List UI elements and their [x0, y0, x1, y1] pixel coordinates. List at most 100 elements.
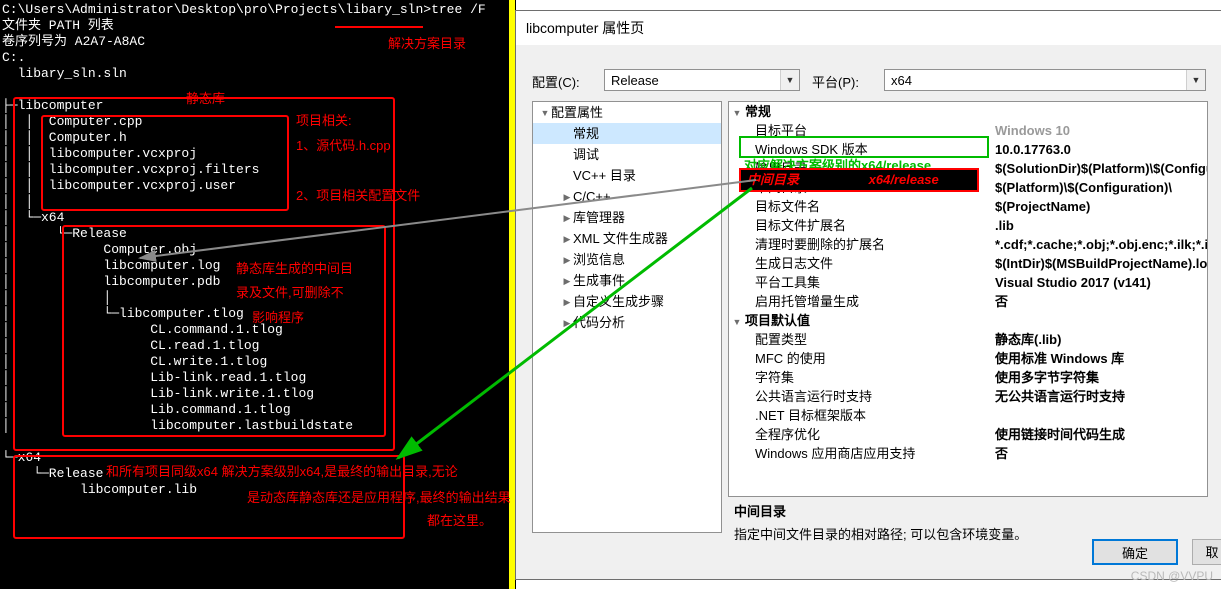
- console-line: C:\Users\Administrator\Desktop\pro\Proje…: [2, 2, 486, 17]
- grid-row-value[interactable]: 10.0.17763.0: [995, 140, 1071, 159]
- config-platform-row: 配置(C): Release ▼ 平台(P): x64 ▼: [516, 69, 1221, 99]
- chevron-down-icon[interactable]: ▼: [539, 103, 551, 124]
- grid-row-name: 公共语言运行时支持: [755, 389, 873, 404]
- cancel-button[interactable]: 取: [1192, 539, 1221, 565]
- config-label: 配置(C):: [532, 75, 580, 90]
- platform-combo-value: x64: [891, 73, 912, 88]
- grid-row-value[interactable]: $(SolutionDir)$(Platform)\$(Configuratio…: [995, 159, 1207, 178]
- tree-item[interactable]: ▶ 浏览信息: [533, 249, 721, 270]
- console-line: │ Computer.obj: [2, 242, 198, 257]
- grid-row-value[interactable]: .lib: [995, 216, 1014, 235]
- chevron-down-icon[interactable]: ▼: [1186, 70, 1205, 90]
- grid-row[interactable]: 目标文件名 $(ProjectName): [729, 197, 1207, 216]
- chevron-right-icon[interactable]: ▶: [561, 271, 573, 292]
- grid-row-value[interactable]: 否: [995, 292, 1008, 311]
- description-title: 中间目录: [734, 504, 787, 519]
- tree-item[interactable]: 常规: [533, 123, 721, 144]
- dialog-body: 配置(C): Release ▼ 平台(P): x64 ▼ ▼ 配置属性 常规 调…: [516, 45, 1221, 579]
- console-line: │ libcomputer.lastbuildstate: [2, 418, 354, 433]
- tree-item-label: 自定义生成步骤: [573, 294, 665, 309]
- grid-row-name: 全程序优化: [755, 427, 821, 442]
- grid-row[interactable]: 公共语言运行时支持 无公共语言运行时支持: [729, 387, 1207, 406]
- annotation-project-related-2: 2、项目相关配置文件: [296, 188, 421, 203]
- dialog-title: libcomputer 属性页: [516, 11, 1221, 45]
- grid-group-header[interactable]: ▼ 项目默认值: [729, 311, 1207, 330]
- annotation-intermediate-2: 录及文件,可删除不: [236, 285, 344, 300]
- chevron-right-icon[interactable]: ▶: [561, 229, 573, 250]
- console-line: │ │ libcomputer.vcxproj.user: [2, 178, 237, 193]
- annotation-red-label: 中间目录: [747, 172, 800, 187]
- grid-row[interactable]: 全程序优化 使用链接时间代码生成: [729, 425, 1207, 444]
- tree-item[interactable]: VC++ 目录: [533, 165, 721, 186]
- grid-row-value[interactable]: $(IntDir)$(MSBuildProjectName).log: [995, 254, 1207, 273]
- tree-item-label: 库管理器: [573, 210, 626, 225]
- tree-item-label: 代码分析: [573, 315, 626, 330]
- grid-row-value[interactable]: *.cdf;*.cache;*.obj;*.obj.enc;*.ilk;*.ip…: [995, 235, 1207, 254]
- grid-row-value[interactable]: $(ProjectName): [995, 197, 1090, 216]
- tree-item[interactable]: ▶ 代码分析: [533, 312, 721, 333]
- tree-item-label: 浏览信息: [573, 252, 626, 267]
- grid-row[interactable]: 平台工具集 Visual Studio 2017 (v141): [729, 273, 1207, 292]
- grid-row-name: 平台工具集: [755, 275, 821, 290]
- ok-button[interactable]: 确定: [1092, 539, 1178, 565]
- tree-item[interactable]: ▶ 生成事件: [533, 270, 721, 291]
- grid-row-value[interactable]: Visual Studio 2017 (v141): [995, 273, 1151, 292]
- console-line: │ └─Release: [2, 226, 127, 241]
- grid-row-value[interactable]: 使用链接时间代码生成: [995, 425, 1125, 444]
- annotation-red-value: x64/release: [868, 172, 939, 187]
- annotation-final-2: 是动态库静态库还是应用程序,最终的输出结果: [247, 490, 511, 505]
- grid-row-value[interactable]: 使用标准 Windows 库: [995, 349, 1124, 368]
- chevron-right-icon[interactable]: ▶: [561, 250, 573, 271]
- tree-item[interactable]: ▶ XML 文件生成器: [533, 228, 721, 249]
- tree-item[interactable]: ▼ 配置属性: [533, 102, 721, 123]
- chevron-right-icon[interactable]: ▶: [561, 208, 573, 229]
- grid-row-value[interactable]: 静态库(.lib): [995, 330, 1061, 349]
- grid-row[interactable]: 目标平台 Windows 10: [729, 121, 1207, 140]
- grid-row-value[interactable]: 使用多字节字符集: [995, 368, 1099, 387]
- config-combo[interactable]: Release ▼: [604, 69, 800, 91]
- grid-row[interactable]: 启用托管增量生成 否: [729, 292, 1207, 311]
- grid-row-name: 配置类型: [755, 332, 808, 347]
- annotation-project-related-title: 项目相关:: [296, 113, 352, 128]
- tree-item[interactable]: 调试: [533, 144, 721, 165]
- grid-row[interactable]: 生成日志文件 $(IntDir)$(MSBuildProjectName).log: [729, 254, 1207, 273]
- chevron-down-icon[interactable]: ▼: [780, 70, 799, 90]
- grid-row[interactable]: 目标文件扩展名 .lib: [729, 216, 1207, 235]
- console-text: C:\Users\Administrator\Desktop\pro\Proje…: [0, 0, 516, 498]
- grid-row-name: 目标平台: [755, 123, 808, 138]
- console-line: ├─libcomputer: [2, 98, 104, 113]
- tree-item-label: 常规: [573, 126, 600, 141]
- grid-row-value[interactable]: Windows 10: [995, 121, 1070, 140]
- grid-row[interactable]: .NET 目标框架版本: [729, 406, 1207, 425]
- grid-row-value[interactable]: 否: [995, 444, 1008, 463]
- grid-group-label: 项目默认值: [745, 313, 811, 328]
- grid-row-value[interactable]: $(Platform)\$(Configuration)\: [995, 178, 1172, 197]
- grid-row[interactable]: 字符集 使用多字节字符集: [729, 368, 1207, 387]
- config-combo-value: Release: [611, 73, 659, 88]
- grid-row[interactable]: MFC 的使用 使用标准 Windows 库: [729, 349, 1207, 368]
- console-line: │ │ Computer.cpp: [2, 114, 143, 129]
- annotation-intermediate-3: 影响程序: [252, 310, 305, 325]
- platform-combo[interactable]: x64 ▼: [884, 69, 1206, 91]
- grid-group-header[interactable]: ▼ 常规: [729, 102, 1207, 121]
- grid-row[interactable]: 清理时要删除的扩展名 *.cdf;*.cache;*.obj;*.obj.enc;…: [729, 235, 1207, 254]
- tree-item[interactable]: ▶ 库管理器: [533, 207, 721, 228]
- config-tree[interactable]: ▼ 配置属性 常规 调试 VC++ 目录 ▶ C/C++ ▶ 库管理器 ▶ XML 文件生成器…: [532, 101, 722, 533]
- console-line: 文件夹 PATH 列表: [2, 18, 114, 33]
- grid-row-value[interactable]: 无公共语言运行时支持: [995, 387, 1125, 406]
- grid-row-name: 目标文件扩展名: [755, 218, 847, 233]
- tree-item[interactable]: ▶ 自定义生成步骤: [533, 291, 721, 312]
- properties-dialog[interactable]: libcomputer 属性页 配置(C): Release ▼ 平台(P): …: [515, 10, 1221, 580]
- tree-item[interactable]: ▶ C/C++: [533, 186, 721, 207]
- annotation-intermediate-1: 静态库生成的中间目: [236, 261, 354, 276]
- grid-row[interactable]: 配置类型 静态库(.lib): [729, 330, 1207, 349]
- chevron-right-icon[interactable]: ▶: [561, 292, 573, 313]
- chevron-right-icon[interactable]: ▶: [561, 187, 573, 208]
- grid-row-name: 目标文件名: [755, 199, 821, 214]
- chevron-right-icon[interactable]: ▶: [561, 313, 573, 334]
- tree-item-label: 生成事件: [573, 273, 626, 288]
- grid-row[interactable]: Windows 应用商店应用支持 否: [729, 444, 1207, 463]
